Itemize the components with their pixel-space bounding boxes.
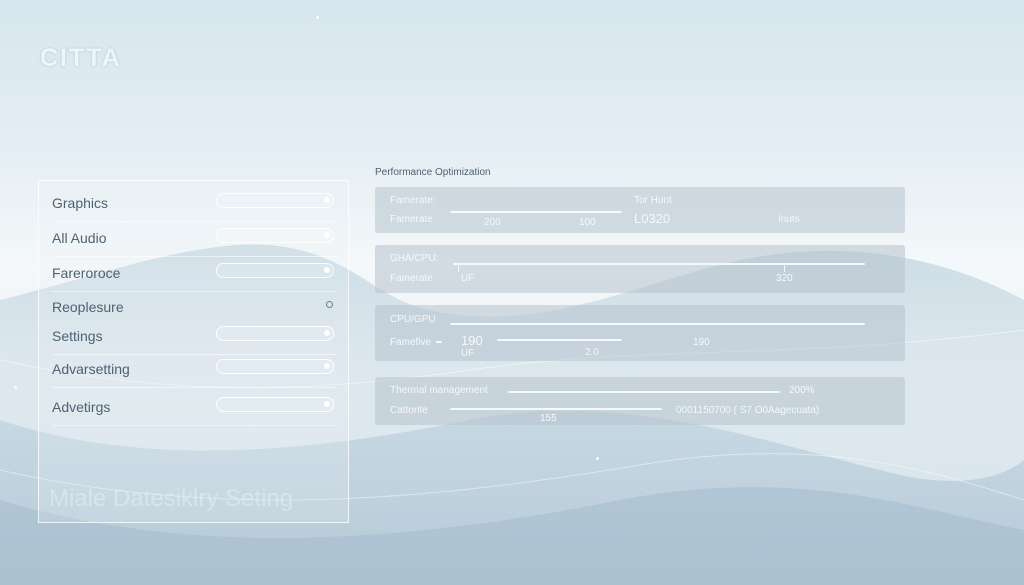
sparkle-dot (596, 457, 599, 460)
unit-label: Inuts (778, 214, 800, 225)
slider-tick (784, 265, 785, 272)
gpu-cpu-label: GHA/CPU: (390, 253, 439, 264)
settings-screen: CITTA Graphics All Audio Fareroroce Reop… (0, 0, 1024, 585)
menu-item-all-audio[interactable]: All Audio (52, 222, 337, 257)
framerate-label: Famerate: (390, 195, 436, 206)
cpu-gpu-label: CPU/GPU (390, 314, 436, 325)
advetirgs-toggle[interactable] (216, 397, 334, 412)
menu-item-advarsetting[interactable]: Advarsetting (52, 353, 337, 388)
toggle-knob (324, 267, 330, 273)
framerate-value-a: 200 (484, 217, 501, 228)
thermal-readout: 0001150700 ( S7 O0Aagecuata) (676, 405, 820, 416)
menu-item-label: Reoplesure (52, 299, 124, 315)
menu-item-advetirgs[interactable]: Advetirgs (52, 391, 337, 426)
app-logo: CITTA (40, 44, 122, 72)
thermal-sublabel: Cattorite (390, 405, 428, 416)
gpu-cpu-slider-track[interactable] (453, 263, 865, 265)
menu-item-label: All Audio (52, 230, 107, 246)
menu-item-label: Advetirgs (52, 399, 111, 415)
menu-item-fareroroce[interactable]: Fareroroce (52, 257, 337, 292)
cpu-gpu-card: CPU/GPU Famefive 190 UF 2.0 190 (375, 305, 905, 361)
thermal-label: Thermal management (390, 385, 488, 396)
menu-item-graphics[interactable]: Graphics (52, 187, 337, 222)
audio-toggle[interactable] (216, 228, 334, 243)
slider-tick (458, 265, 459, 272)
settings-toggle[interactable] (216, 326, 334, 341)
menu-item-label: Advarsetting (52, 361, 130, 377)
menu-item-settings[interactable]: Settings (52, 320, 337, 355)
gpu-cpu-sublabel: Famerate (390, 273, 433, 284)
toggle-knob (324, 232, 330, 238)
cpu-gpu-value-right: 190 (693, 337, 710, 348)
framerate-card: Famerate: Famerate 200 100 Tor Hunt L032… (375, 187, 905, 233)
thermal-percent: 200% (789, 385, 815, 396)
sparkle-dot (316, 16, 319, 19)
settings-menu-panel: Graphics All Audio Fareroroce Reoplesure… (38, 180, 349, 523)
sparkle-dot (14, 386, 17, 389)
gpu-cpu-marker: UF (461, 273, 475, 284)
tor-hunt-value: L0320 (634, 211, 671, 226)
performance-heading: Performance Optimization (375, 167, 491, 178)
cpu-gpu-bar[interactable] (497, 339, 622, 341)
cpu-gpu-mid-value: 2.0 (585, 347, 599, 358)
framerate-sublabel: Famerate (390, 214, 433, 225)
toggle-knob (324, 330, 330, 336)
thermal-value: 155 (540, 413, 557, 424)
framerate-slider-track[interactable] (450, 211, 622, 213)
thermal-slider-track[interactable] (508, 391, 780, 393)
tor-hunt-label: Tor Hunt (634, 195, 672, 206)
toggle-knob (324, 401, 330, 407)
fareroroce-toggle[interactable] (216, 263, 334, 278)
reoplesure-radio[interactable] (326, 301, 333, 308)
panel-watermark-text: Miale Datesiklry Seting (49, 485, 294, 512)
cpu-gpu-dash (436, 341, 442, 343)
menu-item-label: Settings (52, 328, 103, 344)
cpu-gpu-marker: UF (461, 348, 475, 359)
menu-item-label: Graphics (52, 195, 109, 211)
gpu-cpu-value: 320 (776, 273, 793, 284)
graphics-toggle[interactable] (216, 193, 334, 208)
toggle-knob (324, 197, 330, 203)
advarsetting-toggle[interactable] (216, 359, 334, 374)
gpu-cpu-card: GHA/CPU: Famerate UF 320 (375, 245, 905, 293)
toggle-knob (324, 363, 330, 369)
cpu-gpu-sublabel: Famefive (390, 337, 432, 348)
thermal-card: Thermal management 200% Cattorite 155 00… (375, 377, 905, 425)
thermal-bar[interactable] (450, 408, 662, 410)
cpu-gpu-value-left: 190 (461, 333, 483, 348)
cpu-gpu-slider-track[interactable] (450, 323, 865, 325)
framerate-value-b: 100 (579, 217, 596, 228)
menu-item-label: Fareroroce (52, 265, 121, 281)
